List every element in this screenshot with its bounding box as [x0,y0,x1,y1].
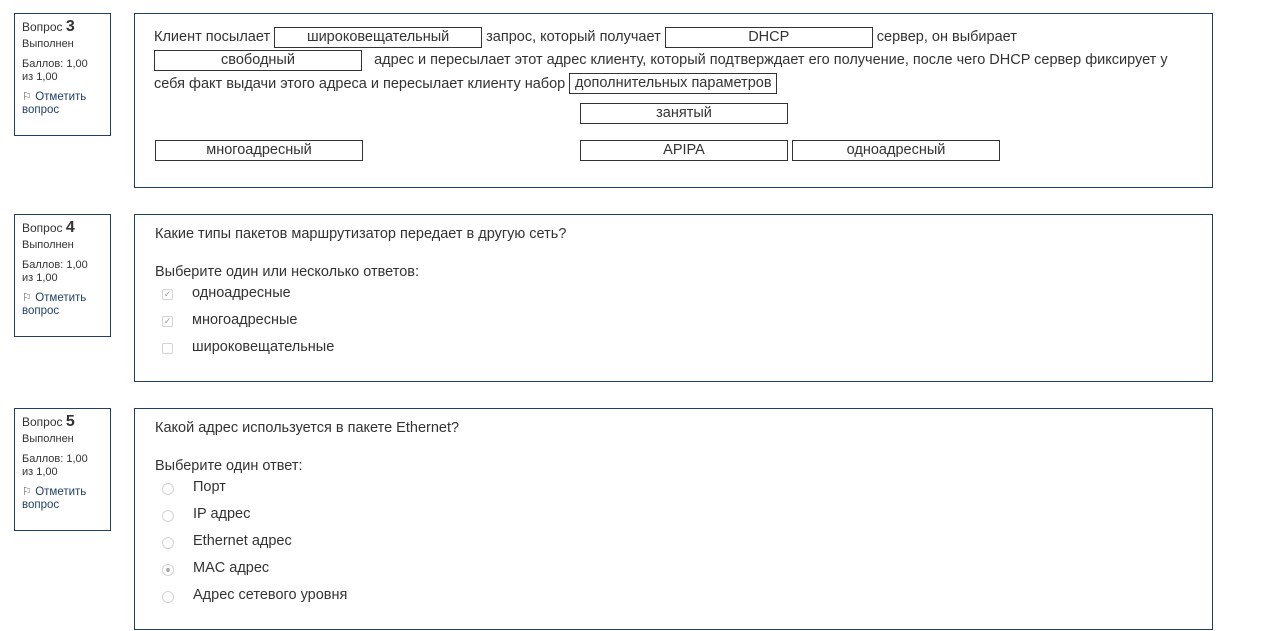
checkmark-icon: ✓ [163,289,172,299]
flag-label: Отметить [35,292,87,304]
grade-line: Баллов: 1,00 [22,259,88,271]
answer-option[interactable]: широковещательные [155,337,334,364]
grade-line: Баллов: 1,00 [22,58,88,70]
flag-label: Отметить [35,486,87,498]
drag-choice[interactable]: многоадресный [155,140,363,161]
question-content-4: Какие типы пакетов маршрутизатор передае… [134,214,1213,382]
radio-button[interactable] [162,510,174,522]
question-number: Вопрос 3 [22,18,103,35]
question-label: Вопрос [22,221,63,235]
question-state: Выполнен [22,433,74,445]
flag-question-link[interactable]: ⚐ Отметить вопрос [22,292,103,318]
answer-option[interactable]: ✓ многоадресные [155,310,297,337]
answer-option[interactable]: Ethernet адрес [155,531,292,558]
checkmark-icon: ✓ [163,316,172,326]
answer-label: многоадресные [192,312,298,328]
radio-button[interactable] [162,564,174,576]
grade-line: Баллов: 1,00 [22,453,88,465]
question-number: Вопрос 5 [22,413,103,430]
question-number-value: 3 [65,18,75,35]
radio-button[interactable] [162,591,174,603]
question-state: Выполнен [22,239,74,251]
cloze-text-part: Клиент посылает [154,29,271,45]
radio-button[interactable] [162,483,174,495]
question-number-value: 5 [65,413,75,430]
drop-zone-2[interactable]: DHCP [664,26,873,48]
answer-option[interactable]: ✓ одноадресные [155,283,291,310]
drag-choice[interactable]: занятый [580,103,788,124]
grade-max: из 1,00 [22,71,58,83]
flag-icon: ⚐ [22,486,32,498]
flag-label-2: вопрос [22,104,60,116]
question-content-5: Какой адрес используется в пакете Ethern… [134,408,1213,630]
drop-zone-3[interactable]: свободный [154,49,362,71]
question-grade: Баллов: 1,00 из 1,00 [22,453,103,479]
answer-prompt: Выберите один ответ: [155,458,303,474]
answer-label: Адрес сетевого уровня [193,587,348,603]
flag-label: Отметить [35,91,87,103]
flag-question-link[interactable]: ⚐ Отметить вопрос [22,91,103,117]
question-grade: Баллов: 1,00 из 1,00 [22,259,103,285]
flag-icon: ⚐ [22,292,32,304]
flag-icon: ⚐ [22,91,32,103]
answer-label: Ethernet адрес [193,533,292,549]
cloze-text-part: сервер, он выбирает [876,29,1017,45]
cloze-text: Клиент посылает широковещательный запрос… [154,26,1193,96]
answer-label: широковещательные [192,339,335,355]
question-label: Вопрос [22,20,63,34]
answer-option[interactable]: Порт [155,477,226,504]
question-grade: Баллов: 1,00 из 1,00 [22,58,103,84]
answer-label: одноадресные [192,285,291,301]
drop-zone-4[interactable]: дополнительных параметров [569,73,778,95]
question-content-3: Клиент посылает широковещательный запрос… [134,13,1213,188]
answer-option[interactable]: IP адрес [155,504,250,531]
question-text: Какие типы пакетов маршрутизатор передае… [155,226,567,242]
checkbox[interactable] [162,343,173,354]
answer-label: MAC адрес [193,560,270,576]
flag-question-link[interactable]: ⚐ Отметить вопрос [22,486,103,512]
drag-choice[interactable]: APIPA [580,140,788,161]
drag-choice[interactable]: одноадресный [792,140,1000,161]
grade-max: из 1,00 [22,272,58,284]
answer-label: IP адрес [193,506,251,522]
answer-prompt: Выберите один или несколько ответов: [155,264,420,280]
checkbox[interactable]: ✓ [162,316,173,327]
question-info-5: Вопрос 5 Выполнен Баллов: 1,00 из 1,00 ⚐ … [14,408,111,531]
question-label: Вопрос [22,415,63,429]
answer-label: Порт [193,479,226,495]
drop-zone-1[interactable]: широковещательный [274,26,483,48]
checkbox[interactable]: ✓ [162,289,173,300]
grade-max: из 1,00 [22,466,58,478]
question-info-3: Вопрос 3 Выполнен Баллов: 1,00 из 1,00 ⚐ … [14,13,111,136]
question-number: Вопрос 4 [22,219,103,236]
answer-option[interactable]: Адрес сетевого уровня [155,585,347,612]
flag-label-2: вопрос [22,305,60,317]
question-info-4: Вопрос 4 Выполнен Баллов: 1,00 из 1,00 ⚐ … [14,214,111,337]
cloze-text-part: запрос, который получает [486,29,661,45]
answer-option[interactable]: MAC адрес [155,558,269,585]
question-number-value: 4 [65,219,75,236]
question-text: Какой адрес используется в пакете Ethern… [155,420,460,436]
radio-button[interactable] [162,537,174,549]
question-state: Выполнен [22,38,74,50]
flag-label-2: вопрос [22,499,60,511]
